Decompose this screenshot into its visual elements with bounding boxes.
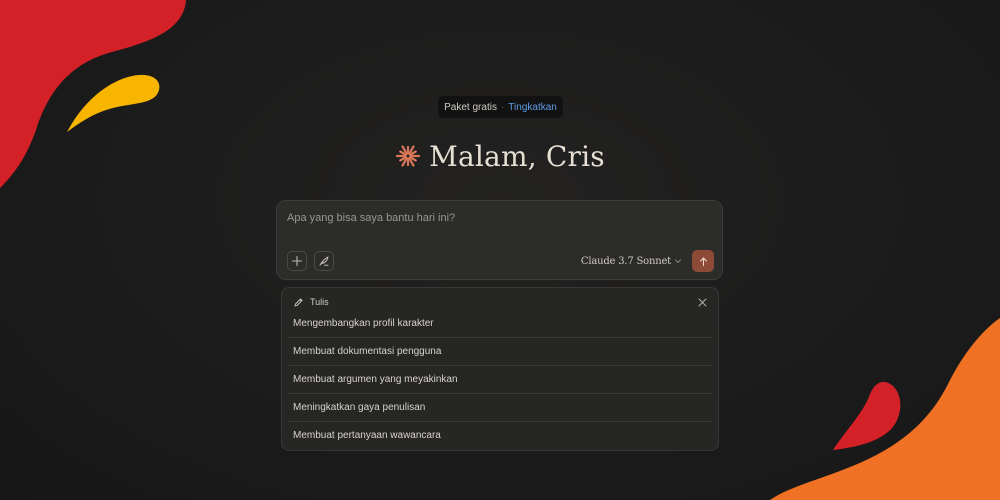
quill-icon (319, 256, 329, 266)
suggestions-header: Tulis (293, 295, 329, 309)
greeting: Malam, Cris (0, 134, 1000, 178)
message-input[interactable]: Apa yang bisa saya bantu hari ini? (287, 212, 455, 224)
send-button[interactable] (692, 250, 714, 272)
suggestion-item[interactable]: Membuat dokumentasi pengguna (288, 338, 712, 366)
writing-style-button[interactable] (314, 251, 334, 271)
app-window: Paket gratis · Tingkatkan Malam, Cris Ap… (0, 0, 1000, 500)
spark-logo-icon (396, 145, 421, 167)
suggestion-item[interactable]: Mengembangkan profil karakter (288, 310, 712, 338)
plan-badge: Paket gratis · Tingkatkan (438, 96, 563, 118)
message-composer: Apa yang bisa saya bantu hari ini? Claud… (276, 200, 723, 280)
suggestions-title: Tulis (310, 297, 329, 307)
model-name: Claude 3.7 Sonnet (580, 255, 671, 267)
suggestions-panel: Tulis Mengembangkan profil karakter Memb… (281, 287, 719, 451)
plan-separator: · (500, 101, 505, 113)
model-selector[interactable]: Claude 3.7 Sonnet (581, 253, 682, 269)
suggestion-item[interactable]: Meningkatkan gaya penulisan (288, 394, 712, 422)
close-icon (698, 298, 706, 306)
greeting-text: Malam, Cris (429, 139, 605, 173)
chevron-down-icon (675, 259, 681, 263)
arrow-up-icon (699, 256, 707, 266)
plan-label: Paket gratis (444, 101, 497, 113)
suggestion-item[interactable]: Membuat pertanyaan wawancara (288, 422, 712, 449)
suggestion-item[interactable]: Membuat argumen yang meyakinkan (288, 366, 712, 394)
orange-blob-bottom-right (770, 318, 1000, 500)
red-drop-shape (833, 381, 901, 450)
suggestions-list: Mengembangkan profil karakter Membuat do… (288, 310, 712, 449)
plus-icon (291, 255, 303, 267)
upgrade-link[interactable]: Tingkatkan (508, 102, 557, 113)
add-attachment-button[interactable] (287, 251, 307, 271)
close-suggestions-button[interactable] (696, 296, 708, 308)
yellow-drop-shape (67, 74, 160, 132)
pencil-icon (294, 298, 303, 306)
